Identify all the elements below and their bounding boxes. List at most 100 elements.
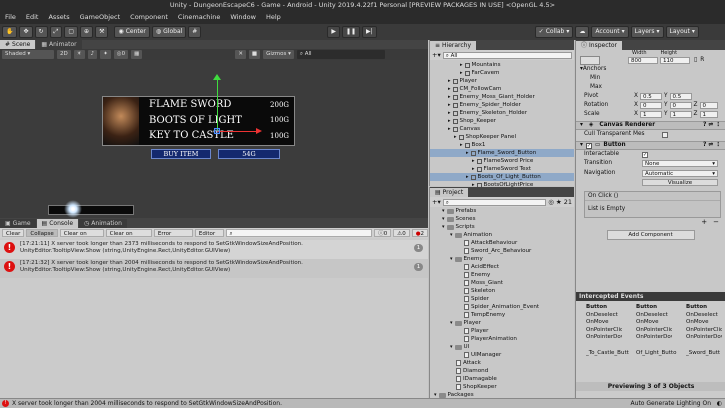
- tree-expand-icon[interactable]: ▾: [450, 343, 453, 351]
- layers-button[interactable]: Layers ▾: [630, 26, 664, 38]
- clear-on-play-toggle[interactable]: Clear on Play: [59, 229, 104, 245]
- move-tool-button[interactable]: ✥: [19, 26, 33, 38]
- tab-animation[interactable]: ◷ Animation: [79, 219, 127, 228]
- minus-icon[interactable]: −: [713, 218, 719, 227]
- project-item[interactable]: ShopKeeper: [430, 383, 574, 391]
- width-field[interactable]: 800: [628, 57, 658, 64]
- project-item[interactable]: Diamond: [430, 367, 574, 375]
- editor-dropdown[interactable]: Editor ▾: [194, 229, 224, 245]
- project-item[interactable]: Moss_Giant: [430, 279, 574, 287]
- hierarchy-item[interactable]: ▸ FarCavem: [430, 69, 574, 77]
- lighting-toggle[interactable]: ☀: [73, 50, 85, 59]
- scale-z-field[interactable]: 1: [699, 111, 718, 118]
- transition-dropdown[interactable]: None ▾: [642, 160, 718, 167]
- scene-search-input[interactable]: ⌕ All: [296, 50, 385, 59]
- component-menu-icon[interactable]: ? ⇌ ⋮: [703, 121, 725, 130]
- gizmo-arrow-up-icon[interactable]: [213, 74, 221, 80]
- project-item[interactable]: ▾ Prefabs: [430, 207, 574, 215]
- tree-expand-icon[interactable]: ▾: [450, 255, 453, 263]
- project-item[interactable]: AttackBehaviour: [430, 239, 574, 247]
- project-item[interactable]: ▾ Animation: [430, 231, 574, 239]
- tree-expand-icon[interactable]: ▾: [450, 231, 453, 239]
- visualize-button[interactable]: Visualize: [642, 179, 718, 186]
- project-item[interactable]: IDamagable: [430, 375, 574, 383]
- tab-game[interactable]: ▣ Game: [0, 219, 36, 228]
- move-gizmo-x-axis[interactable]: [217, 131, 257, 132]
- project-item[interactable]: ▾ Player: [430, 319, 574, 327]
- clear-button[interactable]: Clear: [2, 229, 25, 237]
- project-item[interactable]: ▾ Enemy: [430, 255, 574, 263]
- pivot-x-field[interactable]: 0.5: [639, 93, 662, 100]
- tree-expand-icon[interactable]: ▸: [448, 85, 451, 93]
- height-field[interactable]: 110: [660, 57, 690, 64]
- error-filter-toggle[interactable]: ●2: [411, 229, 429, 237]
- snap-button[interactable]: #: [188, 26, 202, 38]
- project-item[interactable]: Player: [430, 327, 574, 335]
- collab-button[interactable]: ✓ Collab ▾: [534, 26, 574, 38]
- add-icon[interactable]: +▾: [432, 198, 441, 206]
- buy-item-button[interactable]: BUY ITEM: [151, 149, 211, 159]
- project-item[interactable]: TempEnemy: [430, 311, 574, 319]
- console-search-input[interactable]: ⌕: [225, 229, 373, 237]
- button-component-header[interactable]: ▾ ✓ ▭ Button ? ⇌ ⋮: [576, 141, 725, 150]
- status-bar[interactable]: ! X server took longer than 2004 millise…: [0, 398, 725, 408]
- rotation-z-field[interactable]: 0: [699, 102, 718, 109]
- effects-toggle[interactable]: ✦: [100, 50, 111, 59]
- hierarchy-item[interactable]: ▸ FlameSword Price: [430, 157, 574, 165]
- transform-tool-button[interactable]: ⊕: [80, 26, 94, 38]
- tree-expand-icon[interactable]: ▸: [448, 93, 451, 101]
- tree-expand-icon[interactable]: ▾: [442, 207, 445, 215]
- pivot-y-field[interactable]: 0.5: [669, 93, 692, 100]
- play-button[interactable]: ▶: [327, 26, 340, 38]
- menu-help[interactable]: Help: [261, 13, 286, 21]
- hidden-objects-toggle[interactable]: ◎0: [113, 50, 129, 59]
- warning-filter-toggle[interactable]: ⚠0: [393, 229, 410, 237]
- menu-component[interactable]: Component: [125, 13, 173, 21]
- hierarchy-item[interactable]: ▸ Mountains: [430, 61, 574, 69]
- hierarchy-item[interactable]: ▸ Shop_Keeper: [430, 117, 574, 125]
- enabled-checkbox[interactable]: ✓: [585, 142, 592, 149]
- hierarchy-item[interactable]: ▸ Boots_Of_Light_Button: [430, 173, 574, 181]
- project-item[interactable]: AcidEffect: [430, 263, 574, 271]
- gizmos-dropdown[interactable]: Gizmos ▾: [263, 50, 294, 59]
- star-icon[interactable]: ★: [556, 198, 562, 206]
- rect-tool-button[interactable]: ▢: [64, 26, 79, 38]
- collapse-toggle[interactable]: Collapse: [26, 229, 58, 237]
- component-menu-icon[interactable]: ? ⇌ ⋮: [703, 141, 725, 150]
- canvas-renderer-header[interactable]: ▾ ◈ Canvas Renderer ? ⇌ ⋮: [576, 121, 725, 130]
- gizmo-plane-handle[interactable]: [214, 128, 220, 134]
- plus-icon[interactable]: +: [701, 218, 707, 227]
- cloud-button[interactable]: ☁: [575, 26, 590, 38]
- clear-on-build-toggle[interactable]: Clear on Build: [105, 229, 152, 245]
- project-item[interactable]: Enemy: [430, 271, 574, 279]
- tree-expand-icon[interactable]: ▸: [448, 109, 451, 117]
- menu-assets[interactable]: Assets: [43, 13, 74, 21]
- hierarchy-item[interactable]: ▸ CM_FollowCam: [430, 85, 574, 93]
- menu-edit[interactable]: Edit: [21, 13, 44, 21]
- error-pause-toggle[interactable]: Error Pause: [153, 229, 193, 245]
- step-button[interactable]: ▶|: [362, 26, 377, 38]
- blueprint-icon[interactable]: ▯: [694, 56, 697, 65]
- interactable-checkbox[interactable]: ✓: [642, 151, 648, 158]
- tree-expand-icon[interactable]: ▸: [448, 125, 451, 133]
- scale-y-field[interactable]: 1: [669, 111, 692, 118]
- project-item[interactable]: PlayerAnimation: [430, 335, 574, 343]
- menu-file[interactable]: File: [0, 13, 21, 21]
- tools-button[interactable]: ✕: [235, 50, 246, 59]
- scale-tool-button[interactable]: ⤢: [49, 26, 63, 38]
- hierarchy-item[interactable]: ▸ Flame_Sword_Button: [430, 149, 574, 157]
- add-icon[interactable]: +▾: [432, 51, 441, 59]
- camera-button[interactable]: ■: [248, 50, 261, 59]
- tab-inspector[interactable]: ⓘ Inspector: [576, 41, 623, 50]
- 2d-toggle[interactable]: 2D: [57, 50, 71, 59]
- tree-expand-icon[interactable]: ▸: [448, 117, 451, 125]
- project-item[interactable]: Skeleton: [430, 287, 574, 295]
- info-filter-toggle[interactable]: ⓘ0: [374, 229, 392, 237]
- tab-scene[interactable]: # Scene: [0, 40, 36, 49]
- raw-edit-icon[interactable]: R: [700, 56, 704, 65]
- hand-tool-button[interactable]: ✋: [2, 26, 18, 38]
- grid-toggle[interactable]: ▦: [131, 50, 143, 59]
- item-row-boots-of-light[interactable]: BOOTS OF LIGHT 100G: [149, 114, 289, 127]
- global-button[interactable]: ◍ Global: [151, 26, 187, 38]
- shop-panel[interactable]: FLAME SWORD 200G BOOTS OF LIGHT 100G KEY…: [102, 96, 295, 146]
